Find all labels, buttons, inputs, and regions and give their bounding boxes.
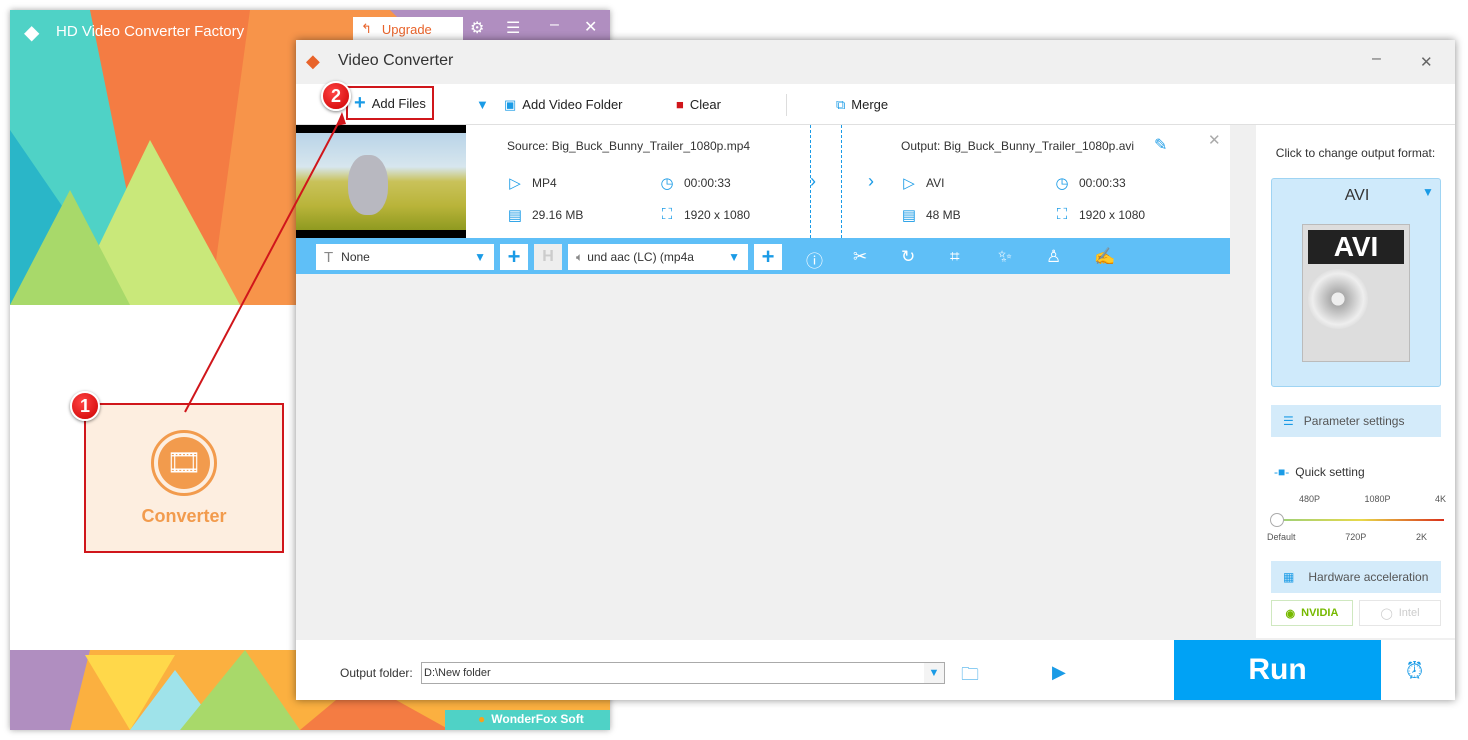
step-2-badge: 2 (321, 81, 351, 111)
step-1-badge: 1 (70, 391, 100, 421)
annotation-arrow (184, 112, 346, 413)
